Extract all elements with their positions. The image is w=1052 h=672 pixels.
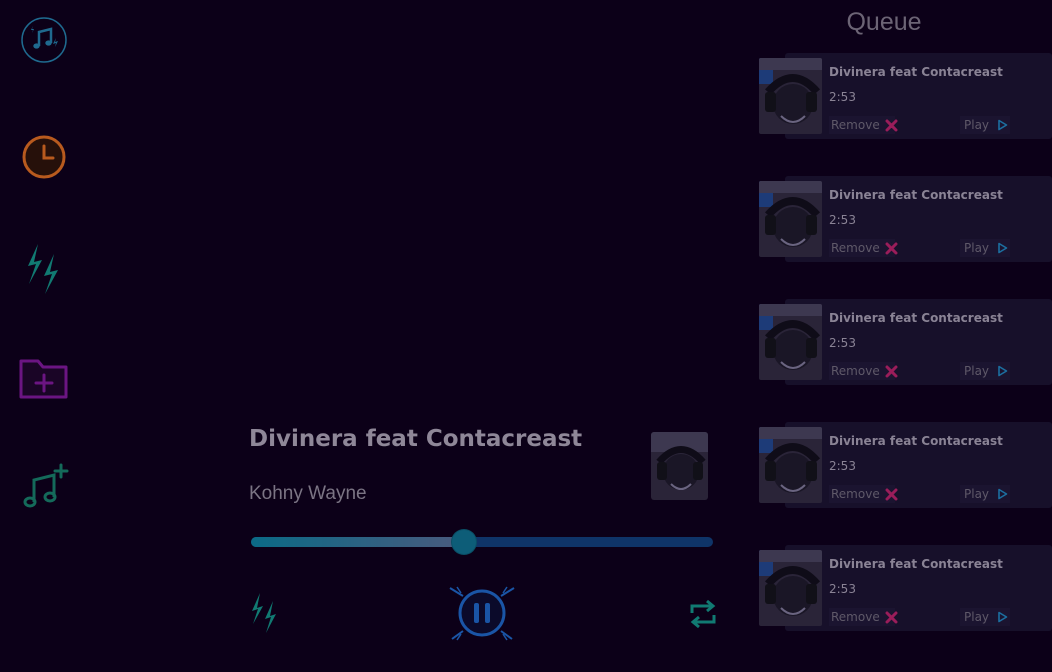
remove-label: Remove: [831, 610, 880, 624]
progress-thumb[interactable]: [451, 530, 476, 554]
queue-item-duration: 2:53: [829, 582, 856, 596]
play-label: Play: [964, 364, 990, 378]
queue-item-cover: [759, 181, 822, 257]
clock-icon: [20, 133, 68, 181]
shuffle-button[interactable]: [249, 592, 281, 638]
play-label: Play: [964, 241, 990, 255]
queue-item: Divinera feat Contacreast 2:53 Remove Pl…: [759, 176, 1052, 262]
repeat-icon: [688, 599, 718, 633]
sidebar-item-add-folder[interactable]: [18, 352, 70, 404]
progress-slider[interactable]: [251, 530, 713, 554]
close-icon: [885, 242, 898, 255]
queue-remove-button[interactable]: Remove: [829, 239, 898, 257]
queue-item-title: Divinera feat Contacreast: [829, 557, 1003, 571]
play-icon: [997, 242, 1008, 254]
sidebar-item-music-library[interactable]: [18, 14, 70, 66]
lightning-icon: [249, 593, 281, 638]
queue-item-duration: 2:53: [829, 336, 856, 350]
sidebar-item-add-song[interactable]: [18, 461, 70, 513]
queue-play-button[interactable]: Play: [960, 362, 1010, 380]
play-label: Play: [964, 610, 990, 624]
queue-remove-button[interactable]: Remove: [829, 485, 898, 503]
queue-item-title: Divinera feat Contacreast: [829, 65, 1003, 79]
remove-label: Remove: [831, 364, 880, 378]
repeat-button[interactable]: [688, 599, 718, 633]
queue-item-cover: [759, 304, 822, 380]
sidebar-item-history[interactable]: [18, 131, 70, 183]
play-label: Play: [964, 487, 990, 501]
remove-label: Remove: [831, 241, 880, 255]
sidebar-item-shuffle-mix[interactable]: [18, 243, 70, 295]
queue-item-title: Divinera feat Contacreast: [829, 434, 1003, 448]
pause-icon: [449, 586, 515, 645]
queue-item-duration: 2:53: [829, 459, 856, 473]
play-icon: [997, 119, 1008, 131]
remove-label: Remove: [831, 118, 880, 132]
play-icon: [997, 365, 1008, 377]
play-icon: [997, 488, 1008, 500]
queue-item: Divinera feat Contacreast 2:53 Remove Pl…: [759, 545, 1052, 631]
queue-item-cover: [759, 427, 822, 503]
queue-remove-button[interactable]: Remove: [829, 116, 898, 134]
progress-fill: [251, 537, 464, 547]
queue-item-duration: 2:53: [829, 90, 856, 104]
queue-item-cover: [759, 58, 822, 134]
music-player-app: Divinera feat Contacreast Kohny Wayne Qu…: [0, 0, 1052, 672]
track-artist: Kohny Wayne: [249, 483, 367, 504]
close-icon: [885, 365, 898, 378]
album-cover: [651, 432, 708, 500]
queue-play-button[interactable]: Play: [960, 239, 1010, 257]
lightning-icon: [24, 242, 64, 296]
queue-item-cover: [759, 550, 822, 626]
queue-item: Divinera feat Contacreast 2:53 Remove Pl…: [759, 53, 1052, 139]
queue-item: Divinera feat Contacreast 2:53 Remove Pl…: [759, 299, 1052, 385]
queue-item-title: Divinera feat Contacreast: [829, 311, 1003, 325]
queue-play-button[interactable]: Play: [960, 116, 1010, 134]
play-icon: [997, 611, 1008, 623]
queue-play-button[interactable]: Play: [960, 485, 1010, 503]
queue-remove-button[interactable]: Remove: [829, 608, 898, 626]
close-icon: [885, 611, 898, 624]
queue-list: Divinera feat Contacreast 2:53 Remove Pl…: [759, 53, 1052, 668]
folder-plus-icon: [18, 355, 70, 401]
queue-heading: Queue: [846, 8, 922, 36]
queue-item: Divinera feat Contacreast 2:53 Remove Pl…: [759, 422, 1052, 508]
music-notes-icon: [20, 16, 68, 64]
remove-label: Remove: [831, 487, 880, 501]
play-label: Play: [964, 118, 990, 132]
queue-item-duration: 2:53: [829, 213, 856, 227]
queue-item-title: Divinera feat Contacreast: [829, 188, 1003, 202]
close-icon: [885, 119, 898, 132]
music-plus-icon: [19, 462, 69, 512]
close-icon: [885, 488, 898, 501]
queue-remove-button[interactable]: Remove: [829, 362, 898, 380]
play-pause-button[interactable]: [449, 585, 515, 645]
queue-play-button[interactable]: Play: [960, 608, 1010, 626]
track-title: Divinera feat Contacreast: [249, 426, 583, 452]
